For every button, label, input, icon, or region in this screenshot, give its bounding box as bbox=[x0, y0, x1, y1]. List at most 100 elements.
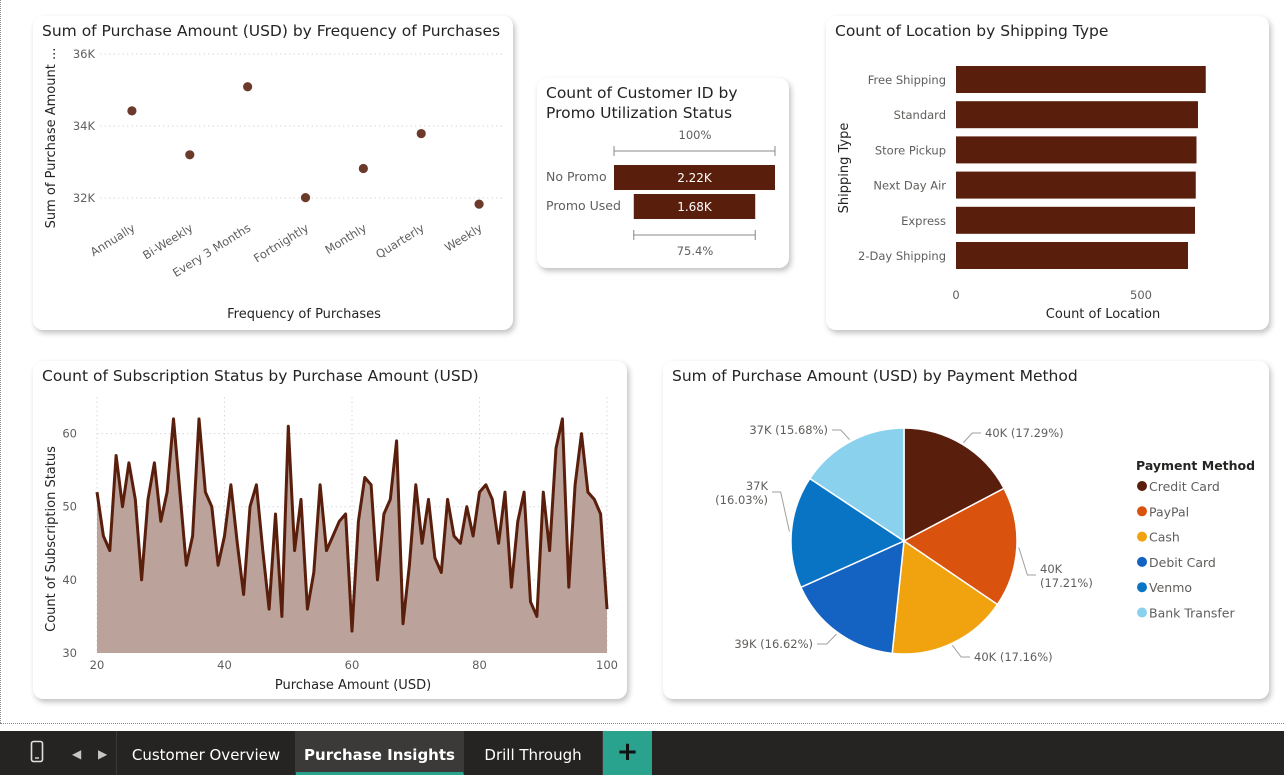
shipping-title: Count of Location by Shipping Type bbox=[835, 22, 1108, 40]
mobile-layout-icon[interactable] bbox=[30, 740, 44, 764]
shipping-category-label: Next Day Air bbox=[873, 179, 946, 193]
tab-drill-through[interactable]: Drill Through bbox=[464, 731, 603, 775]
canvas-border-left bbox=[0, 0, 1, 723]
shipping-bar bbox=[956, 101, 1198, 129]
payment-title: Sum of Purchase Amount (USD) by Payment … bbox=[672, 367, 1078, 385]
shipping-category-label: Express bbox=[901, 214, 946, 228]
subscription-x-tick: 100 bbox=[596, 658, 618, 672]
subscription-y-tick: 30 bbox=[62, 646, 77, 660]
pie-data-label: 39K (16.62%) bbox=[734, 637, 813, 651]
scatter-y-tick: 36K bbox=[73, 47, 96, 61]
promo-bar-label: 2.22K bbox=[677, 171, 713, 185]
legend-swatch bbox=[1137, 607, 1147, 618]
prev-page-icon[interactable]: ◀ bbox=[72, 731, 81, 775]
scatter-y-tick: 32K bbox=[73, 191, 96, 205]
promo-top-percent: 100% bbox=[679, 128, 712, 142]
scatter-title: Sum of Purchase Amount (USD) by Frequenc… bbox=[42, 22, 500, 40]
subscription-title: Count of Subscription Status by Purchase… bbox=[42, 367, 479, 385]
pie-data-label: (16.03%) bbox=[715, 493, 768, 507]
shipping-bar bbox=[956, 171, 1196, 199]
promo-title-line2: Promo Utilization Status bbox=[546, 104, 732, 122]
subscription-y-tick: 60 bbox=[62, 427, 77, 441]
shipping-y-axis-label: Shipping Type bbox=[837, 123, 852, 214]
legend-item-label: Debit Card bbox=[1149, 555, 1216, 570]
legend-item-label: Cash bbox=[1149, 530, 1180, 545]
scatter-x-tick: Weekly bbox=[442, 221, 485, 255]
legend-item-label: Bank Transfer bbox=[1149, 606, 1235, 621]
scatter-point bbox=[127, 106, 137, 116]
subscription-x-tick: 60 bbox=[345, 658, 360, 672]
tab-customer-overview[interactable]: Customer Overview bbox=[116, 731, 296, 775]
subscription-x-tick: 80 bbox=[472, 658, 487, 672]
promo-bottom-percent: 75.4% bbox=[677, 244, 714, 258]
shipping-card[interactable]: Count of Location by Shipping Type Free … bbox=[826, 16, 1269, 330]
pie-leader-line bbox=[963, 432, 981, 443]
shipping-bar bbox=[956, 136, 1197, 164]
pie-data-label: (17.21%) bbox=[1040, 576, 1093, 590]
scatter-x-tick: Annually bbox=[88, 221, 138, 259]
shipping-bar bbox=[956, 242, 1188, 269]
subscription-x-tick: 20 bbox=[90, 658, 105, 672]
legend-item-label: Venmo bbox=[1149, 580, 1192, 595]
scatter-x-tick: Bi-Weekly bbox=[140, 221, 195, 263]
scatter-chart: Sum of Purchase Amount (USD) by Frequenc… bbox=[42, 22, 505, 322]
pie-leader-line bbox=[832, 429, 850, 441]
shipping-chart: Count of Location by Shipping Type Free … bbox=[835, 22, 1206, 322]
pie-leader-line bbox=[1018, 547, 1036, 576]
shipping-x-tick: 0 bbox=[952, 288, 959, 302]
promo-category-label: Promo Used bbox=[546, 198, 621, 213]
scatter-x-tick: Monthly bbox=[322, 221, 369, 257]
payment-chart: Sum of Purchase Amount (USD) by Payment … bbox=[672, 367, 1255, 664]
scatter-card[interactable]: Sum of Purchase Amount (USD) by Frequenc… bbox=[33, 16, 513, 330]
shipping-x-tick: 500 bbox=[1130, 288, 1152, 302]
promo-title-line1: Count of Customer ID by bbox=[546, 84, 738, 102]
pie-data-label: 40K (17.29%) bbox=[985, 426, 1064, 440]
promo-card[interactable]: Count of Customer ID by Promo Utilizatio… bbox=[537, 78, 789, 268]
tab-purchase-insights[interactable]: Purchase Insights bbox=[296, 731, 464, 775]
legend-item-label: Credit Card bbox=[1149, 479, 1220, 494]
shipping-category-label: Store Pickup bbox=[875, 143, 946, 157]
scatter-y-axis-label: Sum of Purchase Amount ... bbox=[44, 48, 59, 229]
shipping-bar bbox=[956, 66, 1206, 93]
add-page-button[interactable]: + bbox=[603, 731, 652, 775]
report-canvas: Sum of Purchase Amount (USD) by Frequenc… bbox=[0, 0, 1284, 731]
subscription-card[interactable]: Count of Subscription Status by Purchase… bbox=[33, 361, 627, 699]
promo-category-label: No Promo bbox=[546, 169, 607, 184]
subscription-y-tick: 40 bbox=[62, 573, 77, 587]
scatter-point bbox=[416, 128, 426, 139]
payment-card[interactable]: Sum of Purchase Amount (USD) by Payment … bbox=[663, 361, 1269, 699]
scatter-x-axis-label: Frequency of Purchases bbox=[227, 307, 381, 322]
scatter-x-tick: Quarterly bbox=[373, 221, 427, 262]
canvas-border-bottom bbox=[0, 723, 1284, 724]
payment-legend-title: Payment Method bbox=[1136, 458, 1255, 473]
shipping-category-label: Free Shipping bbox=[868, 73, 946, 87]
legend-swatch bbox=[1137, 556, 1147, 567]
pie-data-label: 40K (17.16%) bbox=[974, 650, 1053, 664]
pie-data-label: 37K (15.68%) bbox=[749, 423, 828, 437]
scatter-y-tick: 34K bbox=[73, 119, 96, 133]
pie-data-label: 40K bbox=[1040, 562, 1063, 576]
page-tab-bar: ◀ ▶ Customer Overview Purchase Insights … bbox=[0, 731, 1284, 775]
scatter-point bbox=[474, 199, 484, 209]
promo-chart: Count of Customer ID by Promo Utilizatio… bbox=[546, 84, 776, 258]
pie-leader-line bbox=[817, 633, 837, 645]
scatter-point bbox=[358, 163, 368, 174]
pie-leader-line bbox=[772, 491, 790, 532]
legend-swatch bbox=[1137, 481, 1147, 491]
pie-leader-line bbox=[952, 644, 970, 658]
legend-item-label: PayPal bbox=[1149, 504, 1189, 519]
subscription-y-tick: 50 bbox=[62, 500, 77, 514]
legend-swatch bbox=[1137, 506, 1147, 517]
scatter-point bbox=[243, 82, 253, 92]
shipping-bar bbox=[956, 206, 1196, 234]
legend-swatch bbox=[1137, 582, 1147, 593]
subscription-y-axis-label: Count of Subscription Status bbox=[44, 446, 59, 632]
next-page-icon[interactable]: ▶ bbox=[98, 731, 107, 775]
scatter-x-tick: Fortnightly bbox=[251, 221, 311, 266]
subscription-x-axis-label: Purchase Amount (USD) bbox=[275, 678, 431, 693]
shipping-category-label: 2-Day Shipping bbox=[858, 249, 946, 263]
scatter-point bbox=[300, 193, 311, 203]
shipping-category-label: Standard bbox=[894, 108, 946, 122]
promo-bar-label: 1.68K bbox=[677, 200, 713, 214]
shipping-x-axis-label: Count of Location bbox=[1046, 307, 1160, 322]
